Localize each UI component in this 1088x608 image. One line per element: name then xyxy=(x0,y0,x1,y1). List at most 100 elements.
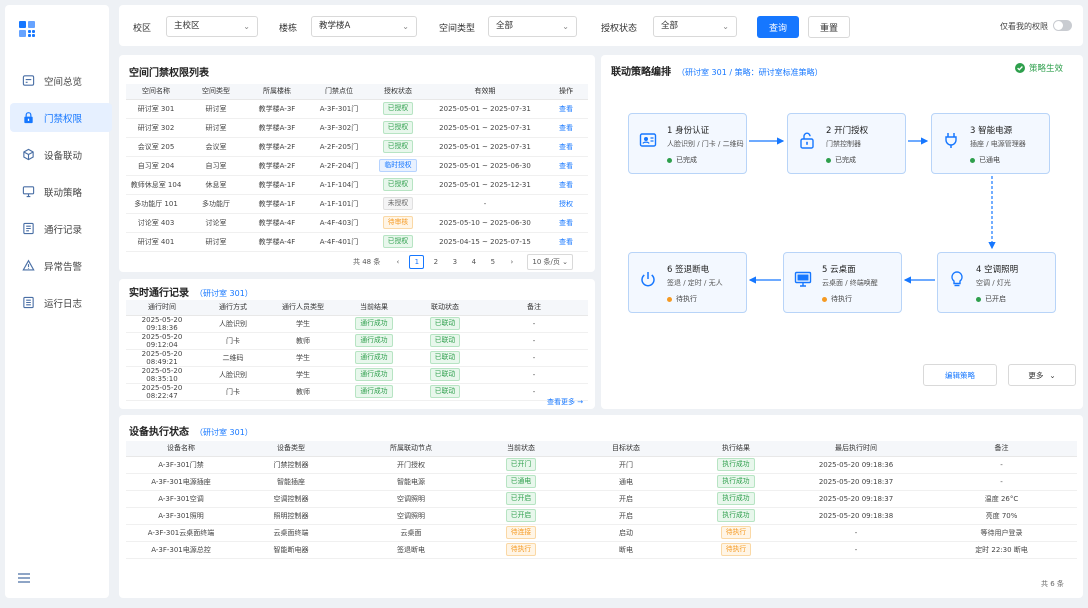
nav-item-alarms[interactable]: 异常告警 xyxy=(10,251,112,280)
table-row[interactable]: 研讨室 301 研讨室 教学楼A-3F A-3F-301门 已授权 2025-05-01 … xyxy=(126,99,588,119)
table-row[interactable]: A-3F-301电源插座 智能插座 智能电源 已通电 通电 执行成功 2025-05-20 … xyxy=(126,473,1077,491)
page-4[interactable]: 4 xyxy=(466,255,481,269)
column-header: 目标状态 xyxy=(566,441,686,457)
page-3[interactable]: 3 xyxy=(447,255,462,269)
nav-item-records[interactable]: 通行记录 xyxy=(10,214,112,243)
chevron-down-icon: ⌄ xyxy=(243,22,250,31)
table-cell: 学生 xyxy=(268,315,338,333)
table-row[interactable]: A-3F-301照明 照明控制器 空调照明 已开启 开启 执行成功 2025-05-20 0… xyxy=(126,507,1077,525)
nav-item-label: 门禁权限 xyxy=(44,113,83,125)
nav-item-strategy[interactable]: 联动策略 xyxy=(10,177,112,206)
nav-item-label: 空间总览 xyxy=(44,76,83,88)
status-tag: 已授权 xyxy=(382,121,414,134)
access-list-title: 空间门禁权限列表 xyxy=(129,68,209,79)
lock-icon xyxy=(22,111,35,124)
cell-text: 2025-05-01 ~ 2025-06-30 xyxy=(439,161,531,170)
table-cell: 教师休息室 104 xyxy=(126,175,186,195)
table-row[interactable]: 教师休息室 104 休息室 教学楼A-1F A-1F-104门 已授权 2025-05-0… xyxy=(126,175,588,195)
monitor-icon xyxy=(22,185,35,198)
cell-text: 讨论室 403 xyxy=(137,218,175,227)
table-row[interactable]: A-3F-301门禁 门禁控制器 开门授权 已开门 开门 执行成功 2025-05-20 0… xyxy=(126,456,1077,474)
table-cell: 授权 xyxy=(544,194,588,214)
cell-text: 云桌面 xyxy=(400,528,422,537)
action-link[interactable]: 授权 xyxy=(559,200,573,208)
table-cell: 通行成功 xyxy=(338,349,410,367)
edit-strategy-button[interactable]: 编辑策略 xyxy=(923,364,997,386)
next-page-button[interactable]: › xyxy=(504,255,519,269)
table-cell: A-3F-301门 xyxy=(308,99,370,119)
chevron-down-icon: ⌄ xyxy=(1049,370,1056,380)
action-link[interactable]: 查看 xyxy=(559,238,573,246)
table-row[interactable]: 自习室 204 自习室 教学楼A-2F A-2F-204门 临时授权 2025-05-01… xyxy=(126,156,588,176)
action-link[interactable]: 查看 xyxy=(559,181,573,189)
column-header: 空间名称 xyxy=(126,84,186,100)
table-row[interactable]: 2025-05-20 09:12:04 门卡 教师 通行成功 已联动 - xyxy=(126,332,588,350)
action-link[interactable]: 查看 xyxy=(559,105,573,113)
nav-item-access[interactable]: 门禁权限 xyxy=(10,103,112,132)
table-cell: 教学楼A-4F xyxy=(246,213,308,233)
table-cell: 门卡 xyxy=(198,383,268,401)
table-row[interactable]: 多功能厅 101 多功能厅 教学楼A-1F A-1F-101门 未授权 - 授权 xyxy=(126,194,588,214)
table-row[interactable]: 2025-05-20 08:22:47 门卡 教师 通行成功 已联动 - xyxy=(126,383,588,401)
menu-collapse-icon[interactable] xyxy=(18,573,30,583)
nav-item-device-linkage[interactable]: 设备联动 xyxy=(10,140,112,169)
table-cell: 开门授权 xyxy=(346,456,476,474)
query-button[interactable]: 查询 xyxy=(757,16,799,38)
action-link[interactable]: 查看 xyxy=(559,219,573,227)
table-cell: 教学楼A-2F xyxy=(246,156,308,176)
campus-select[interactable]: 主校区 ⌄ xyxy=(166,16,258,37)
status-tag: 待执行 xyxy=(720,543,752,556)
table-row[interactable]: 会议室 205 会议室 教学楼A-2F A-2F-205门 已授权 2025-05-01 … xyxy=(126,137,588,157)
building-select[interactable]: 教学楼A ⌄ xyxy=(311,16,417,37)
table-row[interactable]: A-3F-301电源总控 智能断电器 签退断电 待执行 断电 待执行 - 定时 22:30 断… xyxy=(126,541,1077,559)
space-type-select[interactable]: 全部 ⌄ xyxy=(488,16,577,37)
table-cell: 教学楼A-1F xyxy=(246,194,308,214)
table-cell: 教学楼A-3F xyxy=(246,118,308,138)
table-row[interactable]: 2025-05-20 09:18:36 人脸识别 学生 通行成功 已联动 - xyxy=(126,315,588,333)
reset-button[interactable]: 重置 xyxy=(808,16,850,38)
table-row[interactable]: A-3F-301云桌面终端 云桌面终端 云桌面 待连接 启动 待执行 - 等待用户登录 xyxy=(126,524,1077,542)
status-tag: 已联动 xyxy=(429,351,461,364)
page-1[interactable]: 1 xyxy=(409,255,425,269)
table-cell: 2025-05-20 09:18:37 xyxy=(786,490,926,508)
table-row[interactable]: 研讨室 401 研讨室 教学楼A-4F A-4F-401门 已授权 2025-04-15 … xyxy=(126,232,588,252)
table-cell: 待连接 xyxy=(476,524,566,542)
action-link[interactable]: 查看 xyxy=(559,162,573,170)
table-row[interactable]: A-3F-301空调 空调控制器 空调照明 已开启 开启 执行成功 2025-05-20 0… xyxy=(126,490,1077,508)
cell-text: - xyxy=(854,528,858,537)
table-cell: 2025-05-01 ~ 2025-07-31 xyxy=(426,137,544,157)
table-cell: 待执行 xyxy=(476,541,566,559)
cell-text: 2025-05-10 ~ 2025-06-30 xyxy=(439,218,531,227)
table-cell: A-3F-301电源总控 xyxy=(126,541,236,559)
table-cell: 2025-05-20 09:18:38 xyxy=(786,507,926,525)
view-more-link[interactable]: 查看更多 → xyxy=(547,397,583,407)
table-cell: 已开启 xyxy=(476,507,566,525)
prev-page-button[interactable]: ‹ xyxy=(390,255,405,269)
table-row[interactable]: 讨论室 403 讨论室 教学楼A-4F A-4F-403门 待审核 2025-05-10 … xyxy=(126,213,588,233)
cell-text: 多功能厅 xyxy=(202,199,230,208)
cell-text: 2025-05-01 ~ 2025-07-31 xyxy=(439,104,531,113)
column-header: 备注 xyxy=(480,300,588,316)
status-tag: 待连接 xyxy=(505,526,537,539)
cell-text: 研讨室 301 xyxy=(137,104,175,113)
action-link[interactable]: 查看 xyxy=(559,124,573,132)
page-5[interactable]: 5 xyxy=(485,255,500,269)
nav-item-logs[interactable]: 运行日志 xyxy=(10,288,112,317)
table-row[interactable]: 2025-05-20 08:35:10 人脸识别 学生 通行成功 已联动 - xyxy=(126,366,588,384)
nav-item-overview[interactable]: 空间总览 xyxy=(10,66,112,95)
cell-text: - xyxy=(1000,460,1003,469)
action-link[interactable]: 查看 xyxy=(559,143,573,151)
table-row[interactable]: 2025-05-20 08:49:21 二维码 学生 通行成功 已联动 - xyxy=(126,349,588,367)
more-button[interactable]: 更多 ⌄ xyxy=(1008,364,1076,386)
cell-text: - xyxy=(532,370,536,379)
page-size-select[interactable]: 10 条/页 ⌄ xyxy=(527,254,573,270)
my-permissions-toggle[interactable] xyxy=(1053,20,1072,31)
table-cell: 2025-05-20 08:35:10 xyxy=(126,366,198,384)
table-cell: 通行成功 xyxy=(338,383,410,401)
auth-status-select[interactable]: 全部 ⌄ xyxy=(653,16,737,37)
table-cell: 智能电源 xyxy=(346,473,476,491)
table-row[interactable]: 研讨室 302 研讨室 教学楼A-3F A-3F-302门 已授权 2025-05-01 … xyxy=(126,118,588,138)
table-cell: A-3F-301云桌面终端 xyxy=(126,524,236,542)
status-tag: 执行成功 xyxy=(717,492,755,505)
page-2[interactable]: 2 xyxy=(428,255,443,269)
